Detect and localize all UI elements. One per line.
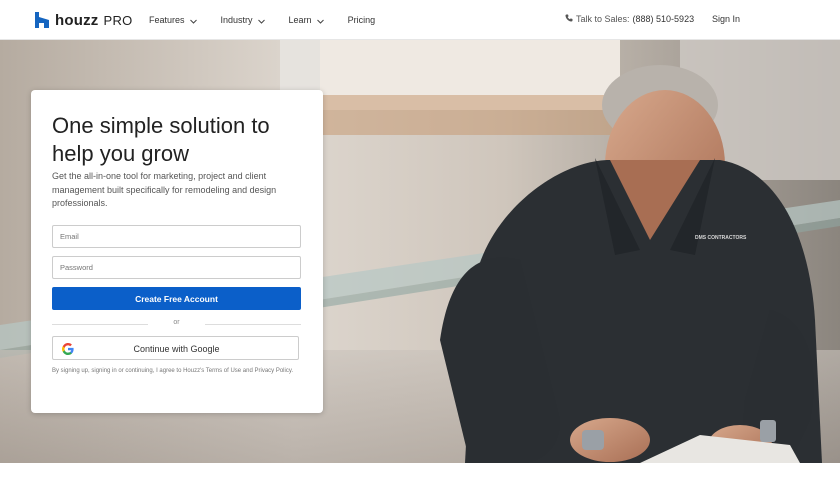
page: houzz PRO Features Industry Learn Pricin… bbox=[0, 0, 840, 477]
email-field[interactable] bbox=[52, 225, 301, 248]
houzz-pro-logo[interactable]: houzz PRO bbox=[35, 11, 133, 29]
shirt-logo: DMS CONTRACTORS bbox=[695, 235, 747, 241]
sales-phone-number: (888) 510-5923 bbox=[632, 14, 695, 24]
phone-icon bbox=[565, 14, 573, 24]
top-header: houzz PRO Features Industry Learn Pricin… bbox=[0, 0, 840, 40]
page-title: One simple solution to help you grow bbox=[52, 113, 270, 166]
continue-with-google-button[interactable]: Continue with Google bbox=[52, 336, 299, 360]
terms-text: By signing up, signing in or continuing,… bbox=[52, 367, 297, 376]
terms-and: and bbox=[241, 368, 255, 374]
nav-pricing[interactable]: Pricing bbox=[348, 15, 376, 25]
nav-features-label: Features bbox=[149, 15, 185, 25]
terms-of-use-link[interactable]: Terms of Use bbox=[206, 368, 241, 374]
talk-label: Talk to Sales: bbox=[576, 14, 630, 24]
terms-suffix: . bbox=[291, 368, 294, 374]
sign-in-link[interactable]: Sign In bbox=[712, 14, 740, 24]
logo-wordmark: houzz bbox=[55, 11, 99, 29]
page-subtitle: Get the all-in-one tool for marketing, p… bbox=[52, 171, 277, 208]
google-button-label: Continue with Google bbox=[133, 344, 220, 354]
privacy-policy-link[interactable]: Privacy Policy bbox=[255, 368, 292, 374]
logo-pro-label: PRO bbox=[103, 12, 133, 28]
nav-industry[interactable]: Industry bbox=[221, 15, 265, 25]
hero-bottom-strip bbox=[0, 463, 840, 477]
nav-features[interactable]: Features bbox=[149, 15, 197, 25]
nav-industry-label: Industry bbox=[220, 15, 253, 25]
password-field[interactable] bbox=[52, 256, 301, 279]
chevron-down-icon bbox=[316, 17, 324, 24]
main-nav: Features Industry Learn Pricing bbox=[149, 0, 399, 40]
houzz-logo-icon bbox=[35, 12, 49, 28]
divider-line-right bbox=[205, 324, 301, 325]
nav-learn-label: Learn bbox=[288, 15, 312, 25]
talk-to-sales[interactable]: Talk to Sales: (888) 510-5923 bbox=[565, 14, 694, 24]
nav-learn[interactable]: Learn bbox=[289, 15, 324, 25]
or-divider: or bbox=[52, 319, 301, 329]
chevron-down-icon bbox=[189, 17, 197, 24]
nav-pricing-label: Pricing bbox=[347, 15, 376, 25]
create-free-account-button[interactable]: Create Free Account bbox=[52, 287, 301, 310]
terms-prefix: By signing up, signing in or continuing,… bbox=[52, 368, 206, 374]
chevron-down-icon bbox=[257, 17, 265, 24]
signup-card: One simple solution to help you grow Get… bbox=[31, 90, 323, 413]
